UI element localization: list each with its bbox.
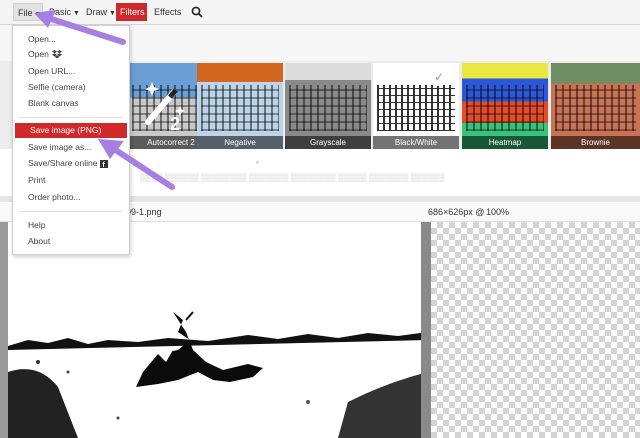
menu-item-open-dropbox[interactable]: Open (13, 47, 129, 62)
filter-label: Heatmap (462, 136, 548, 149)
transparent-canvas-area[interactable] (431, 222, 640, 438)
magic-wand-icon: 2 (145, 82, 185, 132)
effects-tab[interactable]: Effects (150, 3, 183, 21)
search-icon (191, 6, 203, 18)
faded-hint-text: ▒▒▒▒ ▒▒▒▒▒▒ ▒▒▒▒▒▒▒▒ ▒▒▒▒▒▒▒ ▒▒▒▒▒▒▒▒ ▒▒… (140, 173, 445, 182)
annotation-arrow-save (98, 139, 175, 190)
filter-thumb-negative[interactable]: Negative (197, 63, 283, 149)
menu-item-selfie[interactable]: Selfie (camera) (13, 80, 129, 95)
image-dimensions: 686×626px @ (428, 207, 485, 217)
thumb-preview (555, 85, 636, 131)
menu-separator (19, 211, 123, 212)
menu-item-label: Open (28, 49, 49, 59)
filter-thumb-grayscale[interactable]: Grayscale (285, 63, 371, 149)
menu-item-label: Save/Share online (28, 158, 98, 168)
annotation-arrow-file (34, 10, 126, 45)
canvas-divider (421, 222, 431, 438)
thumb-preview (289, 85, 367, 131)
filter-label: Grayscale (285, 136, 371, 149)
menu-separator (19, 117, 123, 118)
filter-thumb-brownie[interactable]: Brownie (551, 63, 640, 149)
thumb-preview (466, 85, 544, 131)
checkmark-icon: ✓ (430, 68, 448, 86)
filter-label: Brownie (551, 136, 640, 149)
menu-item-help[interactable]: Help (13, 218, 129, 233)
menu-item-open-url[interactable]: Open URL... (13, 64, 129, 79)
filter-label: Black/White (373, 136, 459, 149)
separator-dot: • (256, 158, 259, 167)
menu-item-about[interactable]: About (13, 234, 129, 249)
svg-text:2: 2 (170, 114, 180, 132)
thumb-preview (377, 85, 455, 131)
menu-item-blank-canvas[interactable]: Blank canvas (13, 96, 129, 111)
search-button[interactable] (188, 3, 206, 21)
canvas-gutter (0, 222, 8, 438)
zoom-level[interactable]: 100% (486, 207, 509, 217)
filter-thumb-heatmap[interactable]: Heatmap (462, 63, 548, 149)
thumb-preview (201, 85, 279, 131)
dropbox-icon (51, 50, 62, 59)
filter-label: Negative (197, 136, 283, 149)
